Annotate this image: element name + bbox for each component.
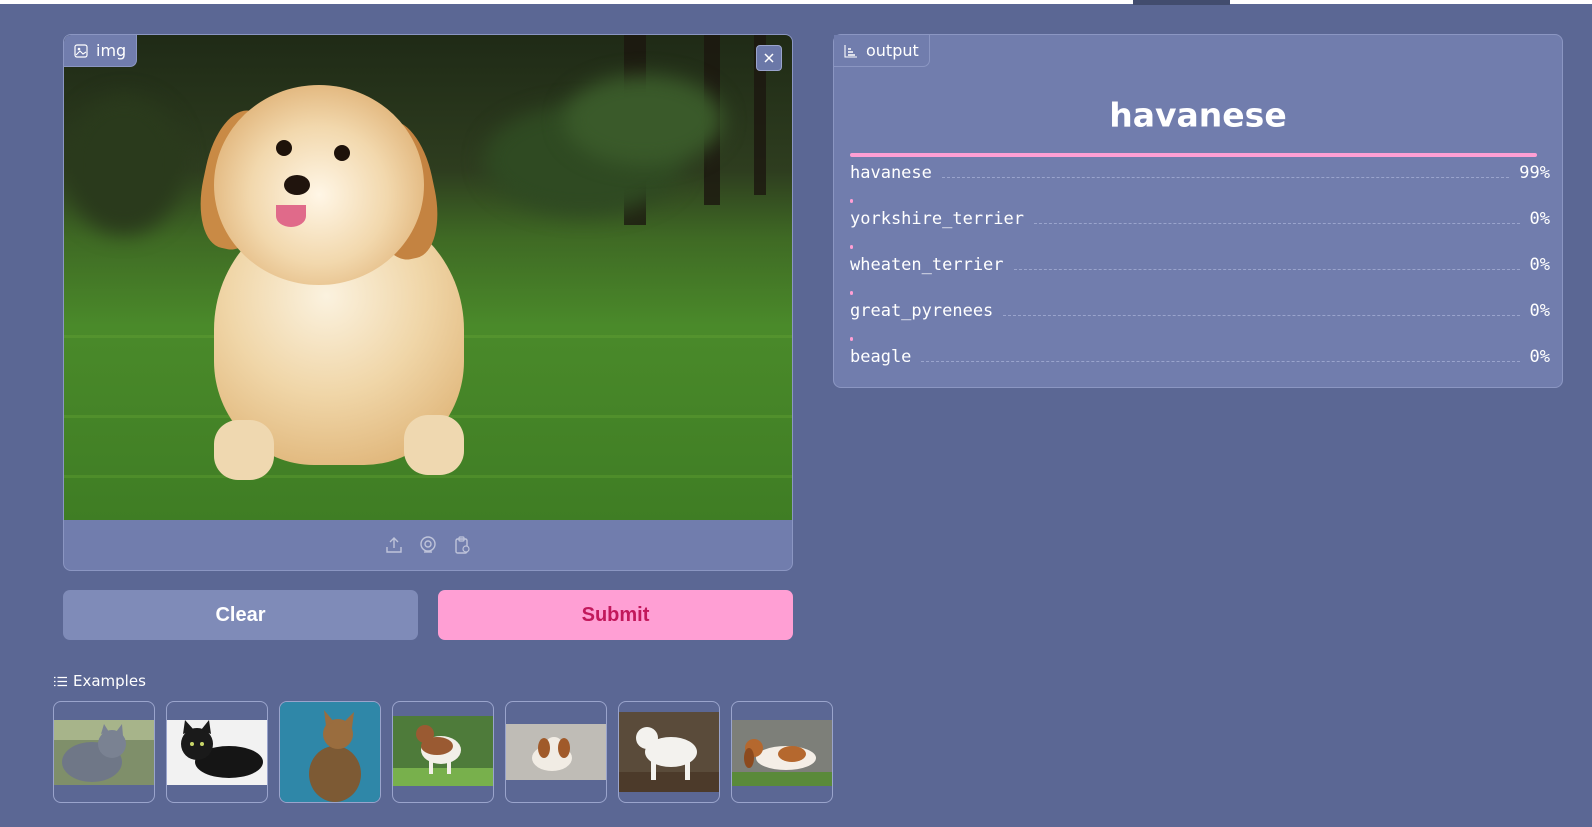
confidence-item: yorkshire_terrier 0% [850, 199, 1550, 245]
examples-gallery [53, 701, 833, 803]
confidence-row: havanese 99% [850, 163, 1550, 183]
leader-dots [921, 361, 1520, 362]
image-input-panel[interactable]: img [63, 34, 793, 571]
leader-dots [1013, 269, 1520, 270]
image-icon [74, 43, 88, 58]
confidence-row: yorkshire_terrier 0% [850, 209, 1550, 229]
top-border [0, 0, 1592, 4]
confidence-bar [850, 153, 1538, 157]
clear-image-button[interactable] [756, 45, 782, 71]
confidence-label: yorkshire_terrier [850, 209, 1024, 229]
examples-label: Examples [73, 672, 146, 690]
confidence-item: beagle 0% [850, 337, 1550, 383]
output-panel: output havanese havanese 99% yorkshire_ter… [833, 34, 1563, 388]
leader-dots [1034, 223, 1520, 224]
black-cat-thumbnail [167, 720, 267, 785]
confidence-row: wheaten_terrier 0% [850, 255, 1550, 275]
example-basset-hound[interactable] [731, 701, 833, 803]
confidence-bar [850, 291, 853, 295]
clear-button[interactable]: Clear [63, 590, 418, 640]
image-source-bar [64, 520, 792, 570]
output-label: output [834, 35, 930, 67]
leader-dots [1003, 315, 1520, 316]
image-input-label: img [64, 35, 138, 67]
image-input-label-text: img [96, 41, 127, 60]
webcam-icon[interactable] [418, 535, 438, 555]
predicted-label: havanese [1109, 95, 1287, 135]
example-cavalier-spaniel[interactable] [505, 701, 607, 803]
output-label-text: output [866, 41, 919, 60]
list-icon [54, 676, 67, 686]
example-gray-cat[interactable] [53, 701, 155, 803]
confidence-percent: 99% [1519, 163, 1550, 183]
confidence-bar [850, 245, 853, 249]
example-white-dog[interactable] [618, 701, 720, 803]
basset-hound-thumbnail [732, 720, 832, 786]
leader-dots [941, 177, 1510, 178]
confidence-item: wheaten_terrier 0% [850, 245, 1550, 291]
confidence-item: great_pyrenees 0% [850, 291, 1550, 337]
confidence-label: wheaten_terrier [850, 255, 1004, 275]
upload-icon[interactable] [384, 535, 404, 555]
confidence-bar-track [850, 153, 1544, 157]
close-icon [764, 53, 774, 63]
confidence-label: great_pyrenees [850, 301, 994, 321]
submit-button[interactable]: Submit [438, 590, 793, 640]
gray-cat-thumbnail [54, 720, 154, 785]
confidence-percent: 0% [1529, 209, 1550, 229]
cavalier-spaniel-thumbnail [506, 724, 606, 780]
example-black-cat[interactable] [166, 701, 268, 803]
confidence-percent: 0% [1529, 255, 1550, 275]
confidence-bar-track [850, 245, 1544, 249]
examples-header: Examples [54, 672, 146, 690]
confidence-label: beagle [850, 347, 912, 367]
uploaded-image [64, 35, 792, 520]
confidence-bar [850, 199, 853, 203]
confidence-row: beagle 0% [850, 347, 1550, 367]
saint-bernard-thumbnail [393, 716, 493, 786]
confidence-bar-track [850, 337, 1544, 341]
example-abyssinian-cat[interactable] [279, 701, 381, 803]
clipboard-icon[interactable] [452, 535, 472, 555]
confidence-list: havanese 99% yorkshire_terrier 0% wheaten_te… [850, 153, 1550, 383]
confidence-label: havanese [850, 163, 932, 183]
confidence-percent: 0% [1529, 347, 1550, 367]
confidence-row: great_pyrenees 0% [850, 301, 1550, 321]
confidence-item: havanese 99% [850, 153, 1550, 199]
top-tab-indicator [1133, 0, 1230, 5]
confidence-percent: 0% [1529, 301, 1550, 321]
confidence-bar [850, 337, 853, 341]
bar-chart-icon [844, 44, 857, 58]
white-dog-thumbnail [619, 712, 719, 792]
abyssinian-cat-thumbnail [280, 702, 380, 802]
confidence-bar-track [850, 291, 1544, 295]
example-saint-bernard[interactable] [392, 701, 494, 803]
confidence-bar-track [850, 199, 1544, 203]
